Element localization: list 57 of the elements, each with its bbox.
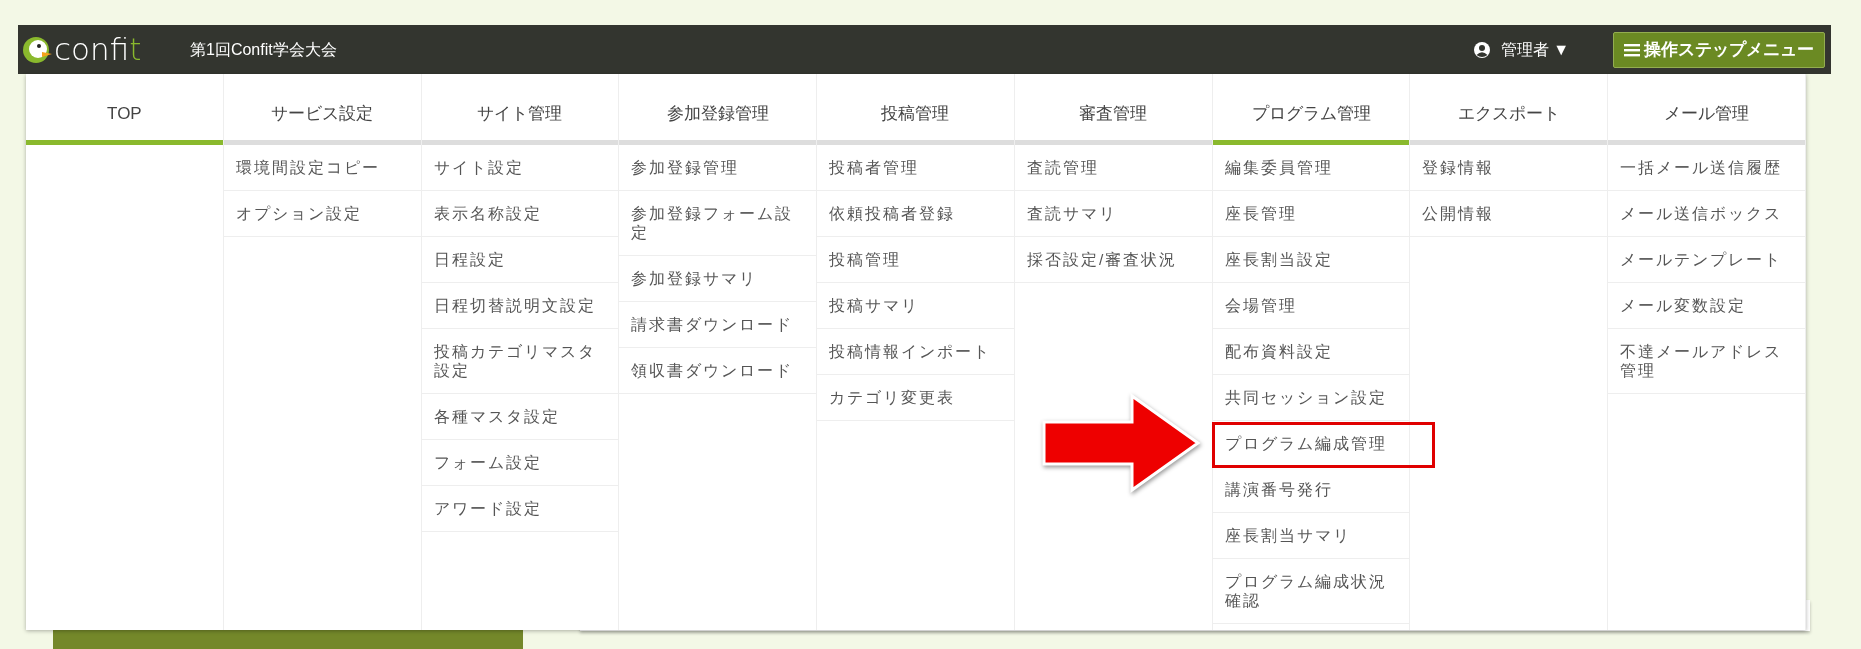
menu-tab[interactable]: 審査管理 <box>1014 74 1212 145</box>
menu-item[interactable]: メール変数設定 <box>1608 283 1805 329</box>
menu-item[interactable]: 投稿情報インポート <box>817 329 1014 375</box>
menu-item[interactable]: カテゴリ変更表 <box>817 375 1014 421</box>
menu-item[interactable]: 公開情報 <box>1410 191 1608 237</box>
menu-item[interactable]: 配布資料設定 <box>1212 329 1410 375</box>
menu-item[interactable]: 査読管理 <box>1014 145 1212 191</box>
menu-item[interactable]: 投稿者管理 <box>817 145 1014 191</box>
menu-item[interactable]: 座長割当設定 <box>1212 237 1410 283</box>
menu-item[interactable]: 日程設定 <box>421 237 619 283</box>
menu-item[interactable]: プログラム編成状況確認 <box>1212 559 1410 624</box>
menu-item[interactable]: 共同セッション設定 <box>1212 375 1410 421</box>
conference-title: 第1回Confit学会大会 <box>190 39 337 60</box>
user-menu[interactable]: 管理者 ▼ <box>1472 37 1569 62</box>
menu-tab[interactable]: エクスポート <box>1410 74 1608 145</box>
menu-item[interactable]: 編集委員管理 <box>1212 145 1410 191</box>
menu-tab[interactable]: 参加登録管理 <box>619 74 817 145</box>
menu-tab[interactable]: メール管理 <box>1608 74 1805 145</box>
menu-item[interactable]: サイト設定 <box>421 145 619 191</box>
duck-icon <box>22 34 52 65</box>
menu-tab[interactable]: TOP <box>26 74 223 145</box>
menu-item[interactable]: 投稿カテゴリマスタ設定 <box>421 329 619 394</box>
menu-item[interactable]: 投稿管理 <box>817 237 1014 283</box>
menu-item[interactable]: 採否設定/審査状況 <box>1014 237 1212 283</box>
menu-item[interactable]: 各種マスタ設定 <box>421 394 619 440</box>
menu-item[interactable]: 座長管理 <box>1212 191 1410 237</box>
user-icon <box>1472 40 1491 59</box>
menu-item[interactable]: 日程切替説明文設定 <box>421 283 619 329</box>
menu-item[interactable]: 会場管理 <box>1212 283 1410 329</box>
menu-item[interactable]: 投稿サマリ <box>817 283 1014 329</box>
menu-item[interactable]: フォーム設定 <box>421 440 619 486</box>
menu-item[interactable]: 登録情報 <box>1410 145 1608 191</box>
menu-item[interactable]: 参加登録サマリ <box>619 256 817 302</box>
step-menu-button[interactable]: 操作ステップメニュー <box>1613 31 1825 68</box>
menu-icon <box>1624 42 1640 57</box>
menu-item[interactable]: 環境間設定コピー <box>223 145 421 191</box>
menu-item[interactable]: メールテンプレート <box>1608 237 1805 283</box>
menu-item[interactable]: メール送信ボックス <box>1608 191 1805 237</box>
menu-tab[interactable]: 投稿管理 <box>817 74 1014 145</box>
menu-item[interactable]: 依頼投稿者登録 <box>817 191 1014 237</box>
menu-item[interactable]: 表示名称設定 <box>421 191 619 237</box>
menu-tab[interactable]: プログラム管理 <box>1212 74 1410 145</box>
menu-item[interactable]: 参加登録フォーム設定 <box>619 191 817 256</box>
menu-tab[interactable]: サービス設定 <box>223 74 421 145</box>
menu-item[interactable]: 領収書ダウンロード <box>619 348 817 394</box>
menu-item[interactable]: プログラム編成管理 <box>1212 421 1410 467</box>
menu-item[interactable]: 請求書ダウンロード <box>619 302 817 348</box>
menu-item[interactable]: 一括メール送信履歴 <box>1608 145 1805 191</box>
menu-item[interactable]: 査読サマリ <box>1014 191 1212 237</box>
menu-item[interactable]: 参加登録管理 <box>619 145 817 191</box>
menu-item[interactable]: オプション設定 <box>223 191 421 237</box>
menu-item[interactable]: アワード設定 <box>421 486 619 532</box>
logo-text: confit <box>54 34 142 65</box>
menu-item[interactable]: 講演番号発行 <box>1212 467 1410 513</box>
menu-item[interactable]: 座長割当サマリ <box>1212 513 1410 559</box>
menu-tab[interactable]: サイト管理 <box>421 74 619 145</box>
menu-item[interactable]: 不達メールアドレス管理 <box>1608 329 1805 394</box>
